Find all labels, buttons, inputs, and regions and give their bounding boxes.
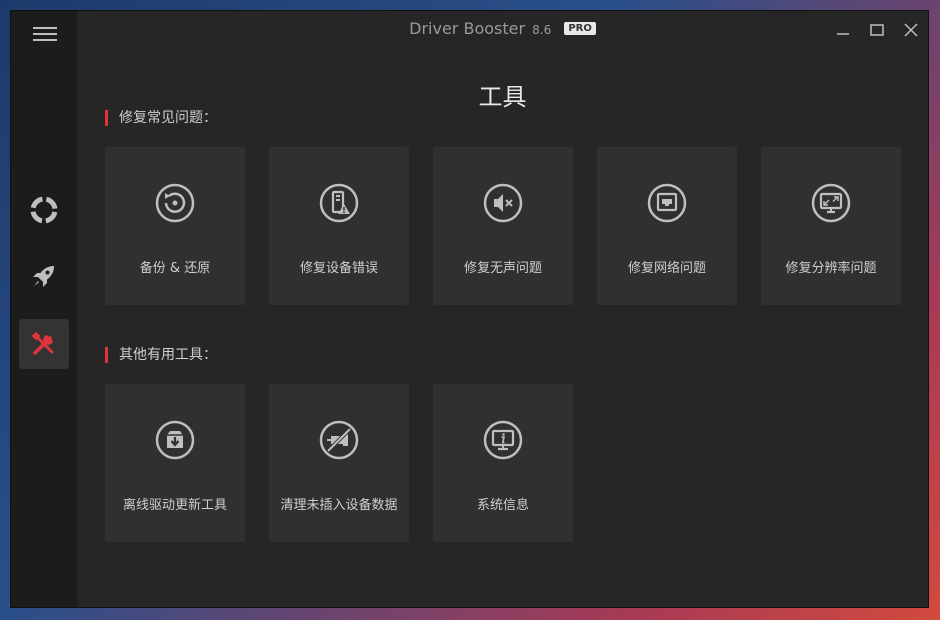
tile-label: 修复网络问题 [627, 261, 706, 276]
lifebuoy-icon [30, 196, 58, 224]
tile-offline-driver-updater[interactable]: 离线驱动更新工具 [105, 384, 245, 542]
app-version: 8.6 [532, 23, 552, 37]
tile-label: 修复无声问题 [463, 261, 542, 276]
app-window: Driver Booster 8.6 PRO 工具 修复常见问题： 备份 & 还… [10, 10, 929, 608]
tools-icon [31, 331, 54, 355]
tile-fix-no-sound[interactable]: 修复无声问题 [433, 147, 573, 305]
minimize-button[interactable] [832, 19, 854, 41]
tile-label: 修复设备错误 [299, 261, 378, 276]
section-label-fix-common: 修复常见问题： [105, 110, 217, 126]
hamburger-menu-icon[interactable] [33, 23, 57, 41]
tile-label: 备份 & 还原 [139, 261, 211, 276]
tile-fix-resolution[interactable]: 修复分辨率问题 [761, 147, 901, 305]
app-title: Driver Booster 8.6 PRO [77, 19, 928, 38]
rocket-icon [33, 266, 54, 287]
backup-restore-icon [155, 183, 195, 223]
sidebar-item-rescue[interactable] [19, 185, 69, 235]
main-content: 工具 修复常见问题： 备份 & 还原 修复设备错误 修复无声问题 修复网络问题 … [77, 49, 928, 607]
network-icon [647, 183, 687, 223]
tile-fix-device-error[interactable]: 修复设备错误 [269, 147, 409, 305]
sidebar [11, 11, 77, 607]
sidebar-item-tools[interactable] [19, 319, 69, 369]
resolution-icon [811, 183, 851, 223]
page-title: 工具 [478, 83, 527, 111]
close-button[interactable] [900, 19, 922, 41]
minimize-icon [837, 33, 849, 35]
maximize-button[interactable] [866, 19, 888, 41]
tile-label: 修复分辨率问题 [785, 261, 877, 276]
system-info-icon [483, 420, 523, 460]
tile-label: 系统信息 [476, 498, 529, 513]
sidebar-item-boost[interactable] [19, 251, 69, 301]
tile-clean-unplugged-devices[interactable]: 清理未插入设备数据 [269, 384, 409, 542]
tile-label: 清理未插入设备数据 [280, 498, 398, 513]
offline-update-icon [155, 420, 195, 460]
title-bar: Driver Booster 8.6 PRO [77, 11, 928, 49]
close-icon [904, 23, 918, 37]
tile-system-info[interactable]: 系统信息 [433, 384, 573, 542]
unplugged-device-icon [319, 420, 359, 460]
mute-speaker-icon [483, 183, 523, 223]
app-name: Driver Booster [409, 19, 526, 38]
tile-fix-network[interactable]: 修复网络问题 [597, 147, 737, 305]
section-label-other-tools: 其他有用工具： [105, 347, 217, 363]
device-error-icon [319, 183, 359, 223]
maximize-icon [870, 24, 884, 36]
pro-badge: PRO [564, 22, 596, 35]
tile-backup-restore[interactable]: 备份 & 还原 [105, 147, 245, 305]
tile-label: 离线驱动更新工具 [122, 498, 227, 513]
